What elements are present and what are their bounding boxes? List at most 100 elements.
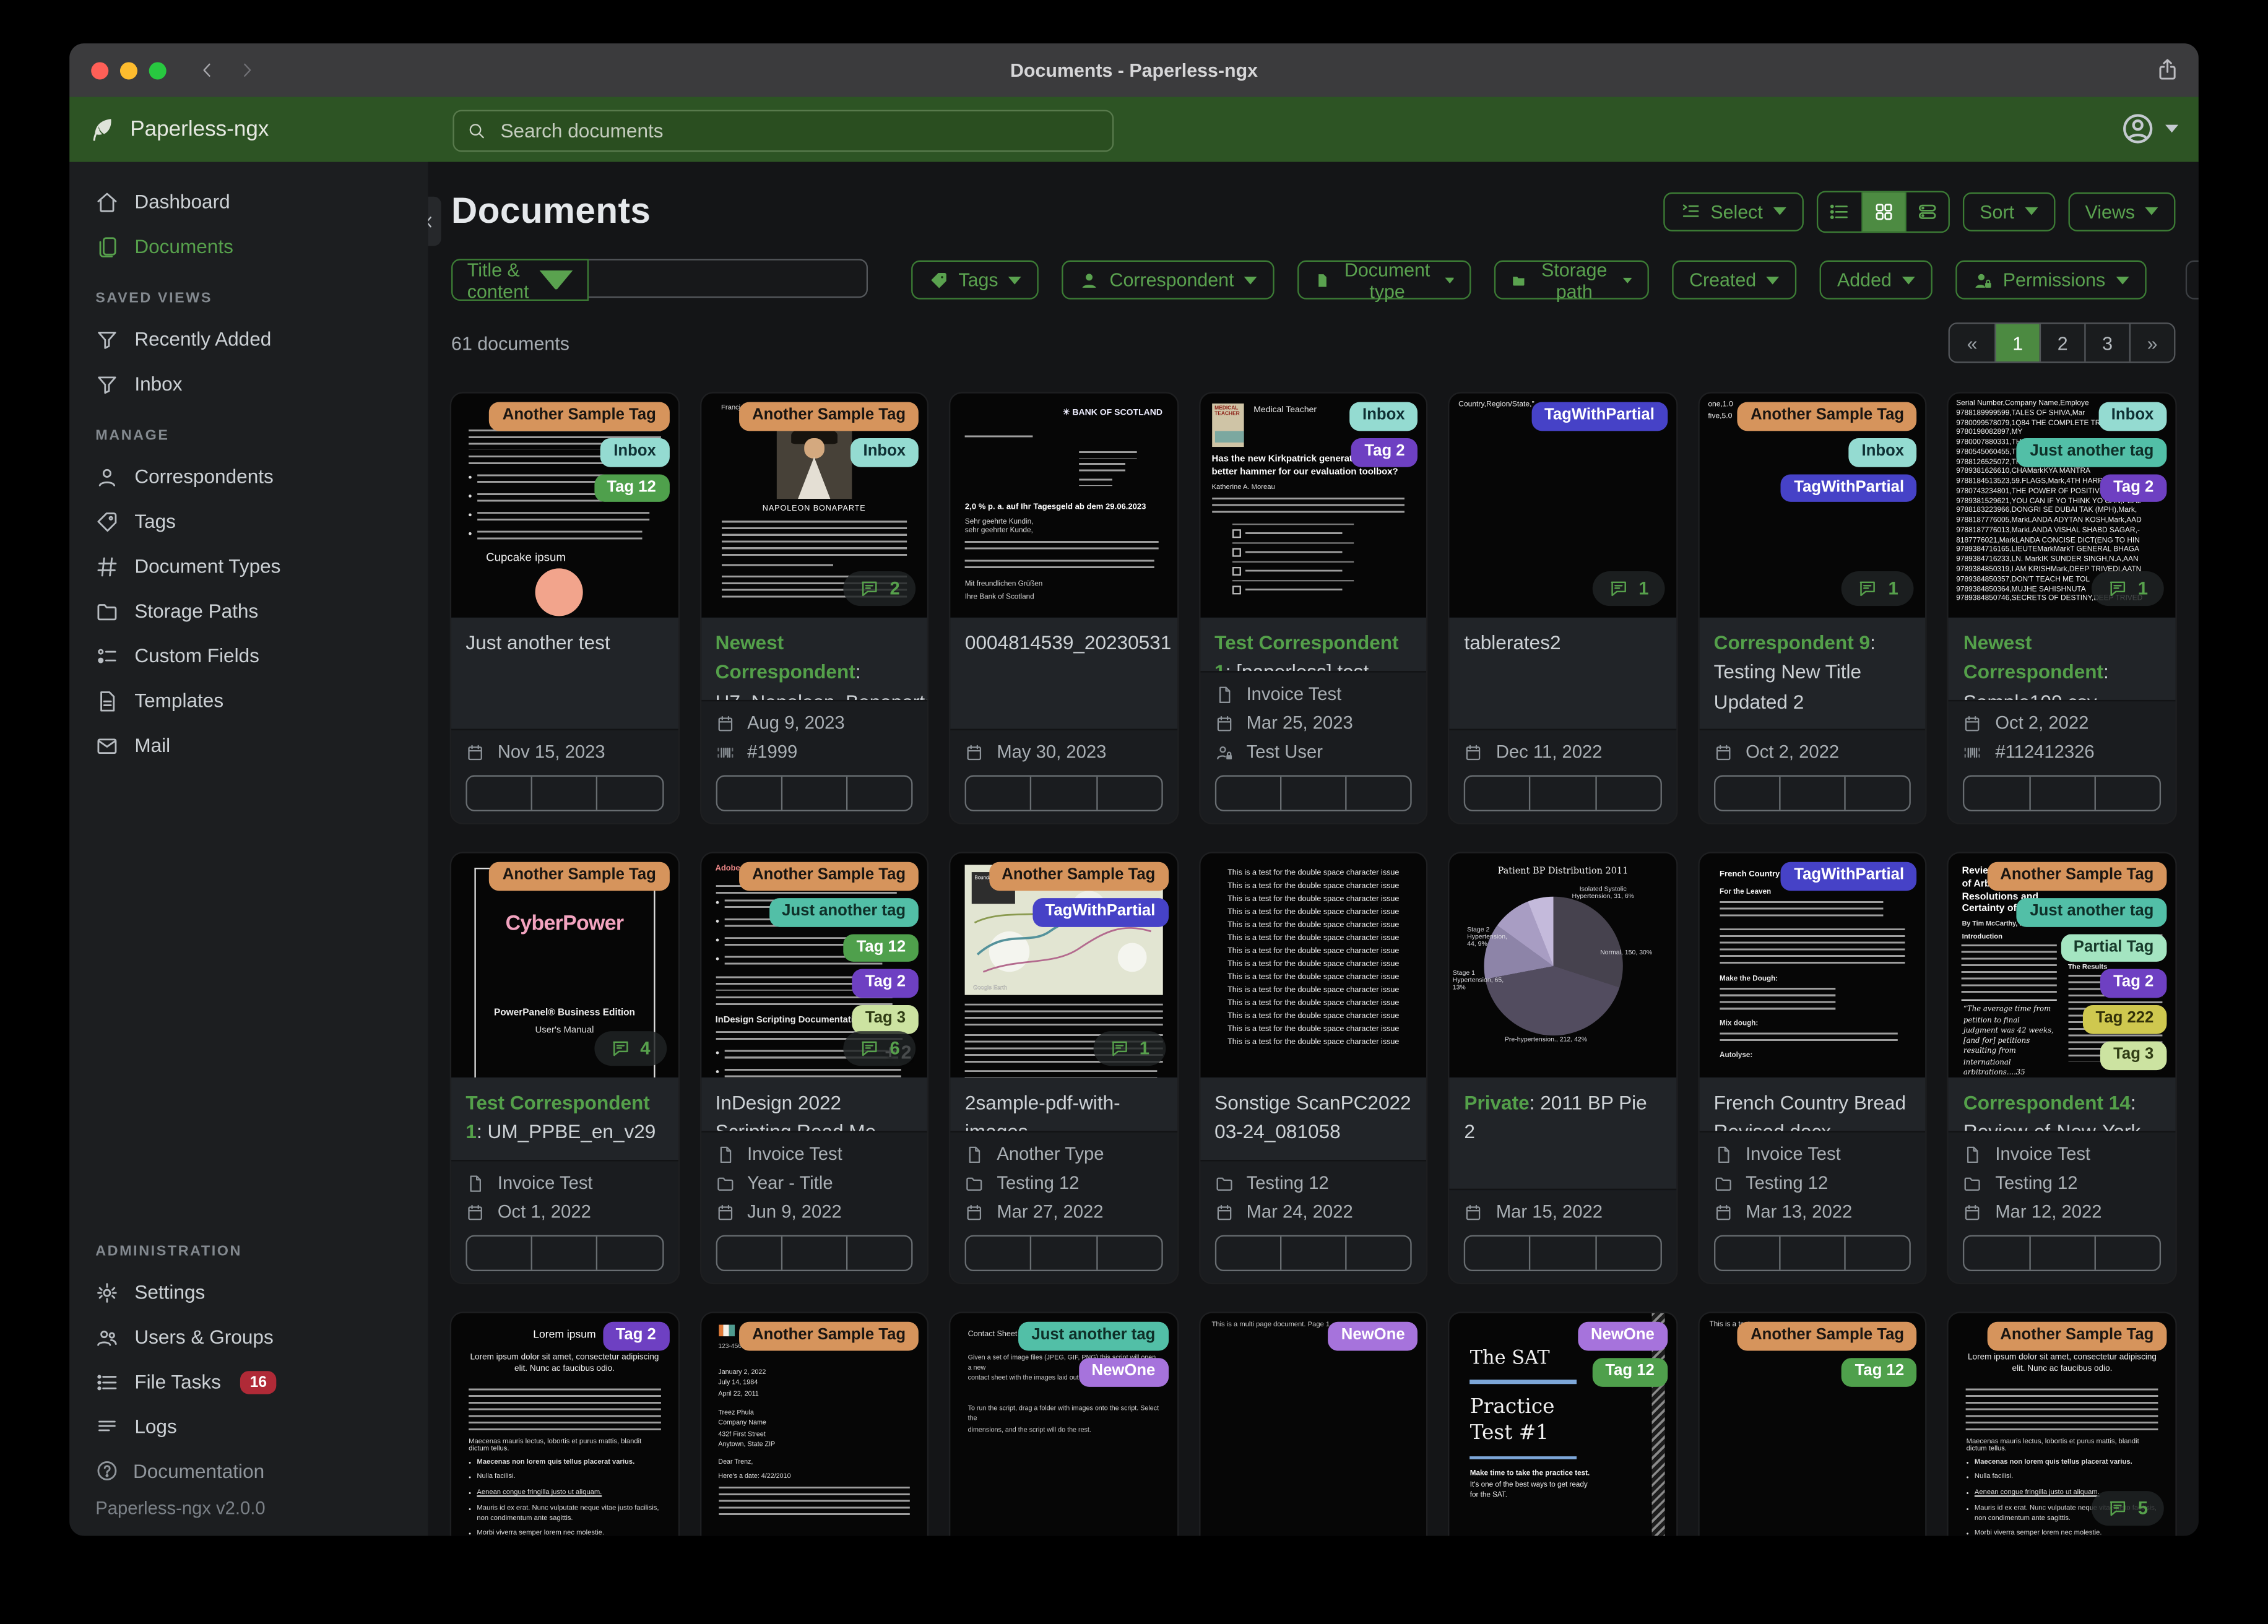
document-thumbnail[interactable]: Contact Sheet Demo Given a set of image … [950, 1313, 1177, 1536]
tag-pill[interactable]: Another Sample Tag [1738, 402, 1918, 431]
tag-pill[interactable]: Just another tag [1018, 1321, 1169, 1350]
tag-pill[interactable]: Inbox [1349, 402, 1418, 431]
download-button[interactable] [596, 1236, 662, 1270]
preview-button[interactable] [1530, 1236, 1595, 1270]
tag-pill[interactable]: Tag 3 [2100, 1040, 2167, 1070]
tag-pill[interactable]: Another Sample Tag [1738, 1321, 1918, 1350]
document-title[interactable]: French Country Bread Revised.docx [1699, 1077, 1926, 1131]
document-title[interactable]: Test Correspondent 1: [paperless] test p… [1200, 617, 1427, 672]
select-button[interactable]: Select [1663, 191, 1804, 231]
tag-pill[interactable]: Tag 12 [843, 933, 919, 962]
edit-button[interactable] [1466, 777, 1530, 810]
filter-document-type-button[interactable]: Document type [1297, 258, 1472, 301]
document-thumbnail[interactable]: This is a test... Another Sample Tag Tag 1… [1699, 1313, 1926, 1536]
preview-button[interactable] [781, 1236, 846, 1270]
tag-pill[interactable]: TagWithPartial [1032, 897, 1169, 926]
edit-button[interactable] [467, 1237, 531, 1270]
document-thumbnail[interactable]: MEDICAL TEACHER Medical Teacher Has the n… [1200, 393, 1427, 618]
tag-pill[interactable]: Another Sample Tag [989, 862, 1169, 891]
sidebar-item-dashboard[interactable]: Dashboard [69, 179, 428, 224]
filter-correspondent-button[interactable]: Correspondent [1062, 260, 1275, 300]
download-button[interactable] [596, 776, 662, 810]
filter-created-button[interactable]: Created [1672, 260, 1797, 300]
page-2-button[interactable]: 2 [2039, 324, 2085, 362]
tag-pill[interactable]: Another Sample Tag [739, 402, 919, 431]
comment-count-badge[interactable]: 1 [1842, 571, 1915, 607]
document-title[interactable]: InDesign 2022 Scripting Read Me [701, 1077, 928, 1131]
sidebar-collapse-button[interactable] [428, 196, 441, 246]
tag-pill[interactable]: Another Sample Tag [1987, 1321, 2167, 1350]
share-icon[interactable] [2155, 55, 2180, 84]
document-thumbnail[interactable]: ✳ BANK OF SCOTLAND 2,0 % p. a. auf Ihr T… [950, 393, 1177, 618]
sidebar-item-templates[interactable]: Templates [69, 678, 428, 723]
view-grid-button[interactable] [1861, 191, 1905, 231]
sidebar-item-mail[interactable]: Mail [69, 723, 428, 767]
document-thumbnail[interactable]: This is a multi page document. Page 1. Ne… [1200, 1313, 1427, 1536]
reset-filters-button[interactable]: Reset filters [2184, 260, 2199, 300]
tag-pill[interactable]: Tag 12 [594, 473, 669, 503]
document-thumbnail[interactable]: Lorem ipsum Lorem ipsum dolor sit amet, … [1949, 1313, 2176, 1536]
close-button[interactable] [91, 61, 109, 79]
document-title[interactable]: Correspondent 14: Review-of-New-York-Fed… [1949, 1077, 2176, 1131]
tag-pill[interactable]: Inbox [1848, 438, 1918, 467]
document-thumbnail[interactable]: Review ofof Arbitral Awards shows swift … [1949, 853, 2176, 1078]
tag-pill[interactable]: Tag 222 [2082, 1005, 2167, 1034]
edit-button[interactable] [1216, 777, 1279, 810]
tag-pill[interactable]: Another Sample Tag [489, 862, 669, 891]
page-3-button[interactable]: 3 [2084, 324, 2129, 362]
forward-icon[interactable] [237, 61, 256, 79]
sidebar-item-storage-paths[interactable]: Storage Paths [69, 589, 428, 633]
tag-pill[interactable]: TagWithPartial [1781, 473, 1918, 503]
view-detail-button[interactable] [1904, 191, 1948, 231]
tag-pill[interactable]: Tag 2 [1351, 438, 1418, 467]
sidebar-item-custom-fields[interactable]: Custom Fields [69, 633, 428, 678]
download-button[interactable] [1844, 776, 1910, 810]
document-title[interactable]: Private: 2011 BP Pie 2 [1450, 1077, 1676, 1189]
download-button[interactable] [1096, 1236, 1161, 1270]
tag-pill[interactable]: Tag 2 [2100, 473, 2167, 503]
document-thumbnail[interactable]: one,1.0 five,5.0 Another Sample Tag Inbox T… [1699, 393, 1926, 618]
download-button[interactable] [2094, 1236, 2160, 1270]
document-thumbnail[interactable]: Francja pod r NAPOLEON BONAPARTE Another… [701, 393, 928, 618]
document-thumbnail[interactable]: The SAT Practice Test #1 Make time to tak… [1450, 1313, 1676, 1536]
tag-pill[interactable]: Just another tag [769, 897, 919, 926]
sidebar-item-documentation[interactable]: Documentation [69, 1449, 428, 1492]
preview-button[interactable] [531, 1236, 597, 1270]
back-icon[interactable] [198, 61, 217, 79]
title-content-dropdown[interactable]: Title & content [451, 258, 589, 301]
download-button[interactable] [1595, 1236, 1661, 1270]
document-thumbnail[interactable]: Test Name 123-456-7890 January 2, 2022Ju… [701, 1313, 928, 1536]
document-thumbnail[interactable]: Lorem ipsum Lorem ipsum dolor sit amet, … [451, 1313, 678, 1536]
preview-button[interactable] [1779, 1236, 1845, 1270]
preview-button[interactable] [1030, 1236, 1096, 1270]
tag-pill[interactable]: Tag 3 [852, 1005, 919, 1034]
download-button[interactable] [1595, 776, 1661, 810]
document-title[interactable]: Just another test [451, 617, 678, 729]
filter-tags-button[interactable]: Tags [911, 260, 1039, 300]
document-thumbnail[interactable]: Serial Number,Company Name,Employe 978818… [1949, 393, 2176, 618]
view-list-button[interactable] [1818, 192, 1861, 231]
document-title[interactable]: Newest Correspondent: H7_Napoleon_Bonapa… [701, 617, 928, 700]
document-title[interactable]: Sonstige ScanPC2022 03-24_081058 [1200, 1077, 1427, 1160]
edit-button[interactable] [1965, 777, 2028, 810]
preview-button[interactable] [531, 776, 597, 810]
sidebar-item-document-types[interactable]: Document Types [69, 544, 428, 589]
user-menu[interactable] [2121, 111, 2179, 146]
preview-button[interactable] [1279, 776, 1346, 810]
edit-button[interactable] [966, 777, 1030, 810]
tag-pill[interactable]: Tag 12 [1592, 1357, 1668, 1386]
sort-button[interactable]: Sort [1962, 191, 2055, 231]
preview-button[interactable] [2028, 776, 2095, 810]
edit-button[interactable] [1715, 777, 1779, 810]
comment-count-badge[interactable]: 1 [1592, 571, 1665, 607]
comment-count-badge[interactable]: 2 [843, 571, 916, 607]
title-content-input[interactable] [588, 259, 868, 298]
edit-button[interactable] [1965, 1237, 2028, 1270]
comment-count-badge[interactable]: 1 [2091, 571, 2164, 607]
document-thumbnail[interactable]: Patient BP Distribution 2011 Isolated Sy… [1450, 853, 1676, 1078]
sidebar-item-tags[interactable]: Tags [69, 499, 428, 543]
tag-pill[interactable]: Partial Tag [2060, 933, 2167, 962]
document-title[interactable]: tablerates2 [1450, 617, 1676, 729]
sidebar-item-logs[interactable]: Logs [69, 1404, 428, 1449]
brand[interactable]: Paperless-ngx [69, 116, 269, 143]
